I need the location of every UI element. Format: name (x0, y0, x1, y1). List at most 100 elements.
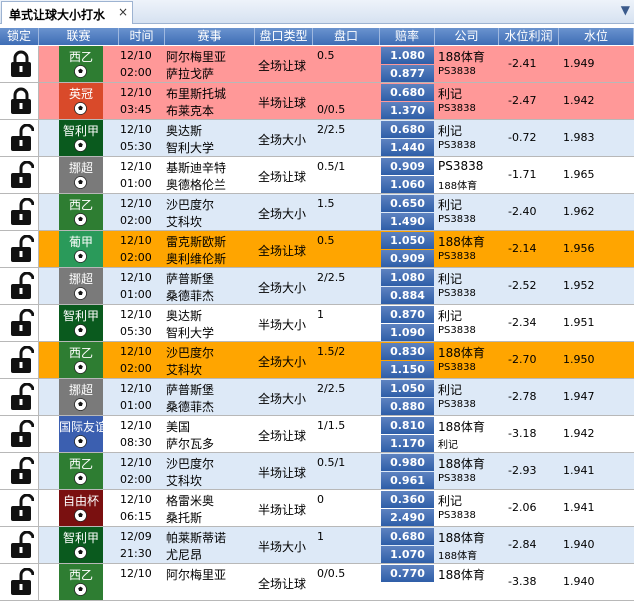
match-time: 02:00 (120, 473, 152, 486)
league-name: 西乙 (68, 457, 93, 471)
table-row[interactable]: 国际友谊 12/10 08:30 美国 萨尔瓦多 全场让球 1/1.5 0.810 1.170 1… (0, 416, 634, 453)
water-profit: -0.72 (508, 131, 537, 144)
away-team: 艾科坎 (166, 215, 203, 229)
water-level: 1.983 (563, 131, 595, 144)
close-icon[interactable]: × (118, 5, 128, 19)
lock-toggle[interactable] (0, 268, 39, 304)
column-header[interactable]: 联赛 (39, 28, 119, 45)
odds-bottom[interactable]: 2.490 (381, 509, 434, 526)
league-badge: 智利甲 (59, 527, 103, 563)
company-bottom: 188体育 (438, 181, 478, 192)
table-row[interactable]: 西乙 12/10 02:00 沙巴度尔 艾科坎 全场大小 1.5 0.650 1.490 利记 PS… (0, 194, 634, 231)
table-row[interactable]: 挪超 12/10 01:00 萨普斯堡 桑德菲杰 全场大小 2/2.5 1.080 0.884 利… (0, 268, 634, 305)
odds-bottom[interactable]: 0.877 (381, 65, 434, 82)
table-row[interactable]: 挪超 12/10 01:00 萨普斯堡 桑德菲杰 全场大小 2/2.5 1.050 0.880 利… (0, 379, 634, 416)
league-name: 葡甲 (68, 235, 93, 249)
league-badge: 西乙 (59, 342, 103, 378)
odds-top[interactable]: 1.050 (381, 380, 434, 397)
odds-top[interactable]: 0.830 (381, 343, 434, 360)
odds-top[interactable]: 1.080 (381, 269, 434, 286)
table-row[interactable]: 智利甲 12/10 05:30 奥达斯 智利大学 全场大小 2/2.5 0.680 1.440 利… (0, 120, 634, 157)
odds-bottom[interactable]: 1.090 (381, 324, 434, 341)
lock-toggle[interactable] (0, 83, 39, 119)
column-header[interactable]: 锁定 (0, 28, 39, 45)
match-date: 12/09 (120, 530, 152, 543)
league-badge: 西乙 (59, 46, 103, 82)
odds-bottom[interactable]: 0.909 (381, 250, 434, 267)
odds-bottom[interactable]: 1.060 (381, 176, 434, 193)
column-header[interactable]: 时间 (119, 28, 165, 45)
odds-top[interactable]: 0.360 (381, 491, 434, 508)
company-bottom: PS3838 (438, 288, 476, 299)
odds-bottom[interactable]: 0.884 (381, 287, 434, 304)
lock-toggle[interactable] (0, 120, 39, 156)
lock-toggle[interactable] (0, 490, 39, 526)
odds-bottom[interactable]: 1.170 (381, 435, 434, 452)
table-row[interactable]: 西乙 12/10 02:00 阿尔梅里亚 萨拉戈萨 全场让球 0.5 1.080 0.877 18… (0, 46, 634, 83)
home-team: 帕莱斯蒂诺 (166, 531, 227, 545)
lock-toggle[interactable] (0, 527, 39, 563)
column-header[interactable]: 赛事 (165, 28, 255, 45)
odds-bottom[interactable]: 1.490 (381, 213, 434, 230)
table-row[interactable]: 英冠 12/10 03:45 布里斯托城 布莱克本 半场让球 0/0.5 0.680 1.370… (0, 83, 634, 120)
column-header[interactable]: 水位利润 (499, 28, 559, 45)
odds-bottom[interactable]: 1.150 (381, 361, 434, 378)
odds-bottom[interactable]: 1.440 (381, 139, 434, 156)
match-date: 12/10 (120, 345, 152, 358)
odds-top[interactable]: 0.810 (381, 417, 434, 434)
odds-top[interactable]: 0.770 (381, 565, 434, 582)
lock-toggle[interactable] (0, 231, 39, 267)
lock-toggle[interactable] (0, 305, 39, 341)
soccer-ball-icon (74, 176, 87, 189)
odds-top[interactable]: 0.680 (381, 121, 434, 138)
odds-bottom[interactable]: 1.370 (381, 102, 434, 119)
odds-top[interactable]: 0.870 (381, 306, 434, 323)
home-team: 布里斯托城 (166, 87, 227, 101)
table-row[interactable]: 挪超 12/10 01:00 基斯迪辛特 奥德格伦兰 全场让球 0.5/1 0.909 1.06… (0, 157, 634, 194)
lock-toggle[interactable] (0, 564, 39, 600)
odds-top[interactable]: 0.680 (381, 84, 434, 101)
odds-bottom[interactable]: 0.961 (381, 472, 434, 489)
lock-toggle[interactable] (0, 194, 39, 230)
odds-top[interactable]: 0.650 (381, 195, 434, 212)
odds-top[interactable]: 0.680 (381, 528, 434, 545)
lock-toggle[interactable] (0, 46, 39, 82)
column-header[interactable]: 赔率 (380, 28, 435, 45)
odds-top[interactable]: 0.909 (381, 158, 434, 175)
handicap-line: 1.5 (317, 197, 335, 210)
table-row[interactable]: 西乙 12/10 阿尔梅里亚 全场让球 0/0.5 0.770 188体育 -3.38 1.94… (0, 564, 634, 601)
table-row[interactable]: 智利甲 12/10 05:30 奥达斯 智利大学 半场大小 1 0.870 1.090 利记 PS3… (0, 305, 634, 342)
table-row[interactable]: 智利甲 12/09 21:30 帕莱斯蒂诺 尤尼昂 半场大小 1 0.680 1.070 188体… (0, 527, 634, 564)
lock-toggle[interactable] (0, 379, 39, 415)
odds-top[interactable]: 1.050 (381, 232, 434, 249)
league-name: 英冠 (68, 87, 93, 101)
table-row[interactable]: 葡甲 12/10 02:00 雷克斯欧斯 奥利维伦斯 全场让球 0.5 1.050 0.909 1… (0, 231, 634, 268)
match-time: 02:00 (120, 214, 152, 227)
lock-toggle[interactable] (0, 342, 39, 378)
table-row[interactable]: 自由杯 12/10 06:15 格雷米奥 桑托斯 半场让球 0 0.360 2.490 利记 PS3… (0, 490, 634, 527)
handicap-line: 1 (317, 530, 324, 543)
odds-bottom[interactable]: 1.070 (381, 546, 434, 563)
table-row[interactable]: 西乙 12/10 02:00 沙巴度尔 艾科坎 全场大小 1.5/2 0.830 1.150 18… (0, 342, 634, 379)
soccer-ball-icon (74, 139, 87, 152)
league-badge: 西乙 (59, 194, 103, 230)
table-row[interactable]: 西乙 12/10 02:00 沙巴度尔 艾科坎 半场让球 0.5/1 0.980 0.961 18… (0, 453, 634, 490)
column-header[interactable]: 盘口 (313, 28, 380, 45)
match-time: 02:00 (120, 251, 152, 264)
lock-toggle[interactable] (0, 416, 39, 452)
chevron-down-icon[interactable]: ▼ (621, 3, 630, 17)
lock-toggle[interactable] (0, 453, 39, 489)
away-team: 奥利维伦斯 (166, 252, 227, 266)
odds-top[interactable]: 1.080 (381, 47, 434, 64)
odds-top[interactable]: 0.980 (381, 454, 434, 471)
handicap-line: 0.5 (317, 49, 335, 62)
water-profit: -2.40 (508, 205, 537, 218)
column-header[interactable]: 水位 (559, 28, 634, 45)
tab-odds-arbitrage[interactable]: 单式让球大小打水 × (1, 1, 133, 24)
column-header[interactable]: 公司 (435, 28, 499, 45)
match-date: 12/10 (120, 49, 152, 62)
column-header[interactable]: 盘口类型 (255, 28, 313, 45)
odds-bottom[interactable]: 0.880 (381, 398, 434, 415)
away-team: 艾科坎 (166, 474, 203, 488)
lock-toggle[interactable] (0, 157, 39, 193)
